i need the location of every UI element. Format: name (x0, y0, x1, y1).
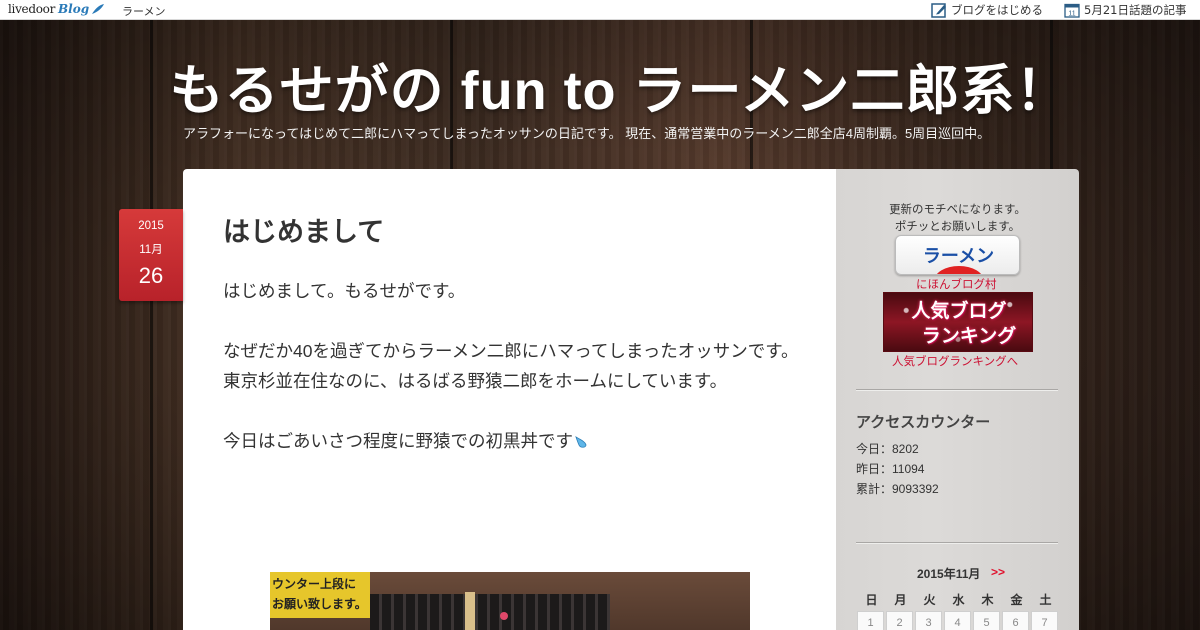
calendar-title: 2015年11月 (917, 567, 981, 581)
calendar-weekday: 金 (1010, 593, 1023, 607)
calendar-next-button[interactable]: >> (991, 565, 1005, 579)
access-counter-title: アクセスカウンター (856, 414, 991, 431)
calendar-day[interactable]: 6 (1002, 611, 1029, 630)
quill-icon (92, 4, 105, 14)
post-date-badge: 2015 11月 26 (119, 209, 183, 301)
calendar-weekday-row: 日 月 火 水 木 金 土 (857, 591, 1060, 608)
start-blog-link[interactable]: ブログをはじめる (931, 2, 1043, 18)
blog-title[interactable]: もるせがの fun to ラーメン二郎系！ (0, 46, 1200, 125)
calendar-day[interactable]: 5 (973, 611, 1000, 630)
post-date-year: 2015 (138, 220, 164, 232)
today-topics-link[interactable]: 11 5月21日話題の記事 (1064, 2, 1186, 18)
post-body: はじめまして。もるせがです。 なぜだか40を過ぎてからラーメン二郎にハマってしま… (223, 276, 803, 456)
post-paragraph-with-emoji: 今日はごあいさつ程度に野猿での初黒丼です (223, 426, 803, 456)
calendar-day[interactable]: 1 (857, 611, 884, 630)
photo-object (465, 592, 475, 630)
post-date-day: 26 (138, 263, 164, 288)
calendar-weekday: 月 (894, 593, 907, 607)
counter-yesterday: 昨日：11094 (856, 462, 925, 476)
livedoor-topbar: livedoor Blog ラーメン ブログをはじめる 11 5月21日話題の記… (0, 0, 1200, 20)
ranking-banner[interactable]: 人気ブログ ランキング (883, 292, 1033, 352)
start-blog-label: ブログをはじめる (951, 3, 1043, 17)
post-photo[interactable]: ウンター上段に お願い致します。 (270, 572, 750, 630)
sidebar-divider (856, 389, 1058, 391)
post-paragraph: 東京杉並在住なのに、はるばる野猿二郎をホームにしています。 (223, 371, 728, 391)
brand-livedoor-text: livedoor (8, 2, 56, 16)
today-topics-label: 5月21日話題の記事 (1084, 3, 1187, 17)
motivation-text-line1: 更新のモチベになります。 (889, 204, 1026, 216)
calendar-weekday: 火 (923, 593, 936, 607)
ranking-link[interactable]: 人気ブログランキングへ (892, 353, 1018, 369)
sidebar-divider (856, 542, 1058, 544)
photo-shelf (370, 594, 610, 630)
calendar-day[interactable]: 3 (915, 611, 942, 630)
livedoor-blog-logo[interactable]: livedoor Blog (8, 2, 105, 16)
svg-text:11: 11 (1068, 11, 1075, 18)
calendar-icon: 11 (1064, 3, 1080, 18)
nihon-blog-ramen-button[interactable]: ラーメン (895, 235, 1020, 275)
calendar-weekday: 水 (952, 593, 965, 607)
sweat-drop-icon (575, 436, 587, 448)
photo-object (500, 612, 508, 620)
counter-today: 今日：8202 (856, 442, 919, 456)
post-paragraph: はじめまして。もるせがです。 (223, 281, 466, 301)
calendar-day[interactable]: 4 (944, 611, 971, 630)
post-paragraph: なぜだか40を過ぎてからラーメン二郎にハマってしまったオッサンです。 (223, 341, 799, 361)
calendar-weekday: 土 (1039, 593, 1052, 607)
post-title[interactable]: はじめまして (223, 210, 384, 249)
post-date-month: 11月 (139, 244, 163, 256)
blog-description: アラフォーになってはじめて二郎にハマってしまったオッサンの日記です。 現在、通常… (183, 126, 991, 141)
counter-total: 累計：9093392 (856, 482, 939, 496)
ranking-banner-line1: 人気ブログ (911, 301, 1007, 322)
calendar-week-row: 1 2 3 4 5 6 7 (857, 611, 1060, 630)
ranking-banner-line2: ランキング (921, 326, 1017, 347)
calendar-day[interactable]: 7 (1031, 611, 1058, 630)
calendar-weekday: 日 (865, 593, 878, 607)
brand-blog-text: Blog (58, 2, 90, 16)
ramen-button-label: ラーメン (922, 246, 995, 266)
post-paragraph-text: 今日はごあいさつ程度に野猿での初黒丼です (223, 431, 573, 451)
calendar-day[interactable]: 2 (886, 611, 913, 630)
photo-sign: ウンター上段に お願い致します。 (270, 572, 370, 618)
photo-sign-line: ウンター上段に (272, 577, 357, 591)
photo-sign-line: お願い致します。 (272, 597, 367, 611)
calendar-weekday: 木 (981, 593, 994, 607)
pencil-square-icon (931, 3, 946, 18)
nihon-blog-link[interactable]: にほんブログ村 (916, 276, 997, 292)
motivation-text-line2: ポチッとお願いします。 (894, 221, 1021, 233)
topbar-category-link[interactable]: ラーメン (122, 3, 166, 19)
